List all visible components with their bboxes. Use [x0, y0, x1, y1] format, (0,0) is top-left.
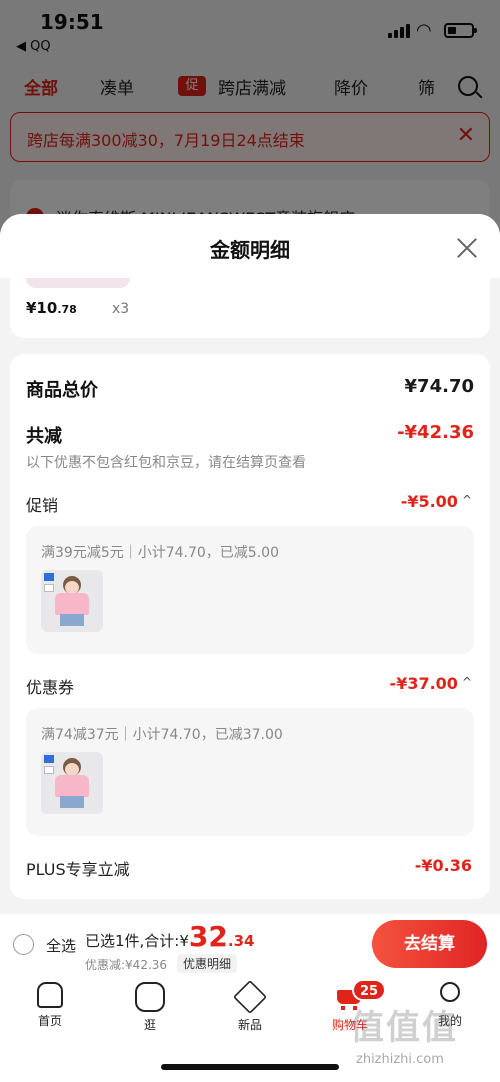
- promotion-label: 促销: [26, 496, 59, 515]
- item-price: ¥10.78: [26, 299, 77, 317]
- sheet-header: 金额明细: [0, 214, 500, 278]
- chevron-up-icon[interactable]: ^: [462, 493, 472, 507]
- price-breakdown-card: 商品总价 ¥74.70 共减 -¥42.36 以下优惠不包含红包和京豆，请在结算…: [10, 354, 490, 899]
- home-indicator[interactable]: [161, 1064, 339, 1070]
- coupon-value: -¥37.00 ^: [389, 674, 472, 693]
- discount-note: 以下优惠不包含红包和京豆，请在结算页查看: [26, 455, 306, 471]
- chevron-up-icon[interactable]: ^: [462, 675, 472, 689]
- total-discount-value: -¥42.36: [397, 422, 474, 443]
- product-image: [26, 278, 130, 288]
- checkout-bar: 全选 已选1件,合计:¥32.34 优惠减:¥42.36 优惠明细 去结算: [0, 914, 500, 976]
- close-icon[interactable]: [455, 236, 479, 260]
- cart-item-partial: ¥10.78 x3: [10, 278, 490, 338]
- plus-discount-value: -¥0.36: [414, 856, 472, 875]
- browse-icon: [135, 982, 165, 1012]
- promotion-detail-text: 满39元减5元｜小计74.70，已减5.00: [41, 545, 279, 561]
- cart-count-badge: 25: [352, 979, 387, 1001]
- sheet-title: 金额明细: [210, 238, 290, 262]
- nav-new-label: 新品: [237, 1018, 262, 1032]
- nav-home-label: 首页: [37, 1014, 62, 1028]
- promotion-detail-box: 满39元减5元｜小计74.70，已减5.00: [26, 526, 474, 654]
- home-icon: [37, 982, 63, 1008]
- cube-icon: [233, 980, 267, 1014]
- nav-browse[interactable]: 逛: [110, 982, 190, 1033]
- plus-discount-label: PLUS专享立减: [26, 860, 130, 879]
- coupon-detail-text: 满74减37元｜小计74.70，已减37.00: [41, 727, 283, 743]
- promotion-value: -¥5.00 ^: [400, 492, 472, 511]
- total-integer: 32: [188, 920, 228, 953]
- total-decimal: .34: [227, 932, 255, 950]
- nav-new[interactable]: 新品: [210, 980, 290, 1033]
- selected-total: 已选1件,合计:¥32.34: [85, 920, 255, 953]
- checkout-button[interactable]: 去结算: [372, 920, 487, 968]
- select-all-radio[interactable]: [13, 934, 34, 955]
- amount-detail-sheet: 金额明细 ¥10.78 x3 商品总价 ¥74.70 共减 -¥42.36 以下…: [0, 214, 500, 914]
- goods-total-value: ¥74.70: [404, 376, 474, 397]
- total-discount-label: 共减: [26, 426, 62, 447]
- coupon-detail-box: 满74减37元｜小计74.70，已减37.00: [26, 708, 474, 836]
- select-all-label[interactable]: 全选: [46, 935, 76, 956]
- product-thumbnail[interactable]: [41, 570, 103, 632]
- goods-total-label: 商品总价: [26, 380, 98, 401]
- item-quantity: x3: [112, 301, 130, 317]
- nav-browse-label: 逛: [143, 1018, 156, 1032]
- coupon-label: 优惠券: [26, 678, 75, 697]
- user-icon: [440, 982, 460, 1002]
- watermark-url: zhizhizhi.com: [356, 1052, 444, 1067]
- watermark-logo: 值值值: [350, 1008, 458, 1048]
- product-thumbnail[interactable]: [41, 752, 103, 814]
- discount-detail-link[interactable]: 优惠明细: [177, 954, 238, 973]
- nav-home[interactable]: 首页: [10, 982, 90, 1029]
- discount-summary: 优惠减:¥42.36: [85, 958, 168, 972]
